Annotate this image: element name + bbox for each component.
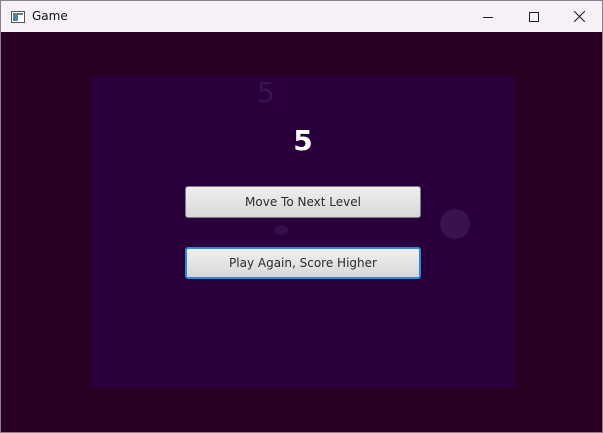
- next-level-button[interactable]: Move To Next Level: [185, 186, 421, 218]
- maximize-button[interactable]: [511, 1, 557, 32]
- maximize-icon: [529, 11, 539, 22]
- window-title: Game: [32, 9, 68, 23]
- game-window: Game 5 5 Move To Next Level Play Again, …: [0, 0, 603, 433]
- game-canvas: 5 5 Move To Next Level Play Again, Score…: [1, 32, 602, 432]
- level-complete-panel: 5 5 Move To Next Level Play Again, Score…: [91, 76, 515, 388]
- minimize-icon: [483, 12, 493, 22]
- score-display: 5: [293, 124, 313, 157]
- background-shape: [274, 225, 288, 235]
- play-again-button[interactable]: Play Again, Score Higher: [185, 247, 421, 279]
- background-ball: [440, 209, 470, 239]
- close-button[interactable]: [556, 1, 602, 32]
- close-icon: [573, 11, 585, 22]
- minimize-button[interactable]: [465, 1, 511, 32]
- background-score-shadow: 5: [257, 76, 275, 109]
- title-bar[interactable]: Game: [1, 1, 602, 32]
- app-icon: [11, 10, 25, 23]
